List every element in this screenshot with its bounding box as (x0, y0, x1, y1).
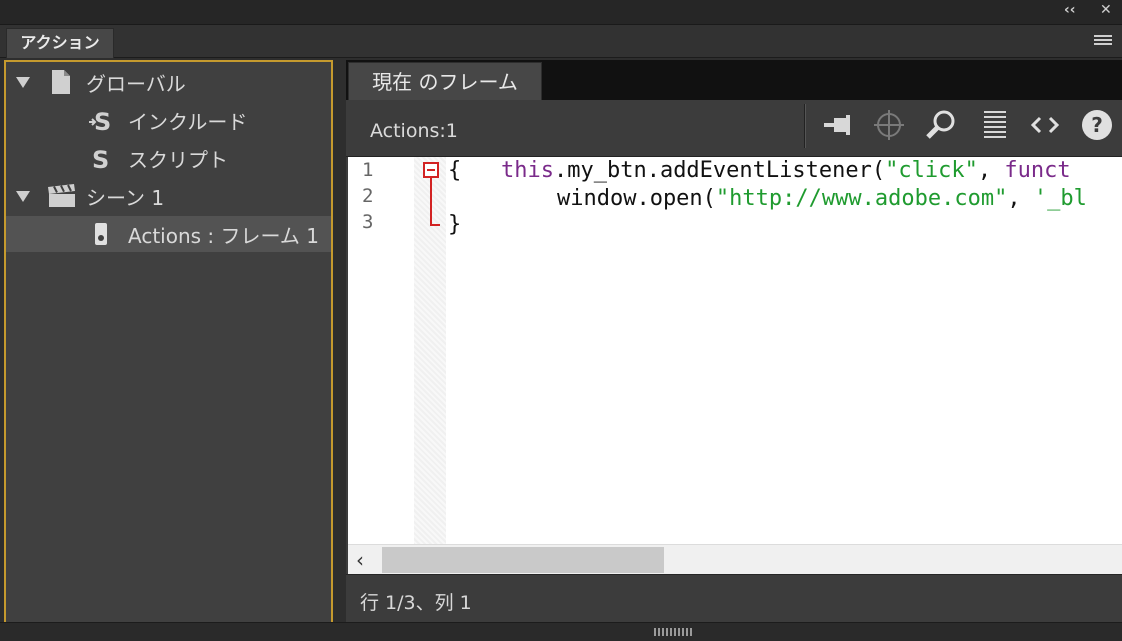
code-string: "click" (885, 158, 978, 183)
panel-titlebar: ‹‹ ✕ (0, 0, 1122, 25)
include-script-icon: S (89, 108, 111, 134)
script-scope-label: Actions:1 (370, 120, 458, 142)
script-icon: S (92, 146, 109, 172)
tree-item-scene-1[interactable]: シーン 1 (6, 178, 331, 214)
code-string: "http://www.adobe.com" (715, 186, 1008, 211)
code-snippet-icon[interactable] (1028, 108, 1062, 142)
tree-item-include[interactable]: S インクルード (6, 102, 331, 138)
svg-text:S: S (94, 108, 111, 134)
svg-text:S: S (92, 146, 109, 172)
code-line-3: } (448, 212, 461, 237)
code-token: { (448, 158, 462, 183)
clapperboard-icon (48, 184, 75, 207)
line-number-gutter: 1 2 3 (348, 157, 414, 574)
code-string: '_bl (1033, 186, 1087, 211)
resize-grip-icon[interactable] (654, 628, 694, 636)
svg-text:?: ? (1091, 113, 1103, 137)
tree-item-label: インクルード (128, 109, 248, 134)
line-number: 3 (362, 211, 374, 233)
tree-item-frame-1[interactable]: Actions : フレーム 1 (6, 216, 331, 252)
tree-item-label: シーン 1 (86, 185, 165, 210)
close-icon[interactable]: ✕ (1100, 2, 1112, 18)
expand-triangle-icon[interactable] (16, 191, 30, 202)
script-toolbar: Actions:1 ? (346, 100, 1122, 157)
tree-item-global[interactable]: グローバル (6, 64, 331, 100)
tree-item-script[interactable]: S スクリプト (6, 140, 331, 176)
search-icon[interactable] (924, 108, 958, 142)
script-navigator: グローバル S インクルード S スクリプト シーン 1 Actions : フ… (4, 60, 333, 626)
double-chevron-left-icon[interactable]: ‹‹ (1064, 2, 1076, 18)
code-token: window.open( (504, 186, 716, 211)
panel-bottom-edge (0, 622, 1122, 641)
code-keyword: this (501, 158, 554, 183)
tab-current-frame[interactable]: 現在 のフレーム (348, 62, 542, 101)
code-editor[interactable]: 1 2 3 { this.my_btn.addEventListener("cl… (348, 157, 1122, 574)
format-icon[interactable] (978, 108, 1012, 142)
expand-triangle-icon[interactable] (16, 77, 30, 88)
code-token: , (1007, 186, 1034, 211)
line-number: 2 (362, 185, 374, 207)
panel-tab-row: アクション (0, 25, 1122, 58)
fold-collapse-icon[interactable] (422, 161, 442, 231)
tab-actions[interactable]: アクション (6, 28, 114, 58)
code-keyword: funct (1004, 158, 1071, 183)
code-token: , (977, 158, 1005, 183)
pin-icon[interactable] (822, 108, 856, 142)
tree-item-label: スクリプト (128, 147, 228, 172)
code-token: } (448, 212, 462, 237)
target-icon[interactable] (872, 108, 906, 142)
code-token: .my_btn.addEventListener( (553, 158, 886, 183)
frame-tab-bar: 現在 のフレーム (346, 60, 1122, 101)
code-line-1: { this.my_btn.addEventListener("click", … (448, 158, 1071, 183)
horizontal-scrollbar[interactable]: ‹ (348, 544, 1122, 575)
tree-item-label: Actions : フレーム 1 (128, 223, 319, 248)
toolbar-divider (804, 104, 806, 148)
line-number: 1 (362, 159, 374, 181)
scrollbar-thumb[interactable] (382, 547, 664, 573)
scroll-left-icon[interactable]: ‹ (356, 548, 364, 572)
script-pane: 現在 のフレーム Actions:1 ? 1 2 3 {this.my_btn… (346, 60, 1122, 623)
document-icon (52, 70, 70, 94)
cursor-position: 行 1/3、列 1 (360, 592, 472, 614)
code-line-2: window.open("http://www.adobe.com", '_bl (504, 186, 1087, 211)
help-icon[interactable]: ? (1080, 108, 1114, 142)
panel-menu-icon[interactable] (1094, 35, 1112, 47)
frame-icon (95, 223, 107, 245)
tree-item-label: グローバル (86, 71, 186, 96)
status-bar: 行 1/3、列 1 (346, 574, 1122, 623)
